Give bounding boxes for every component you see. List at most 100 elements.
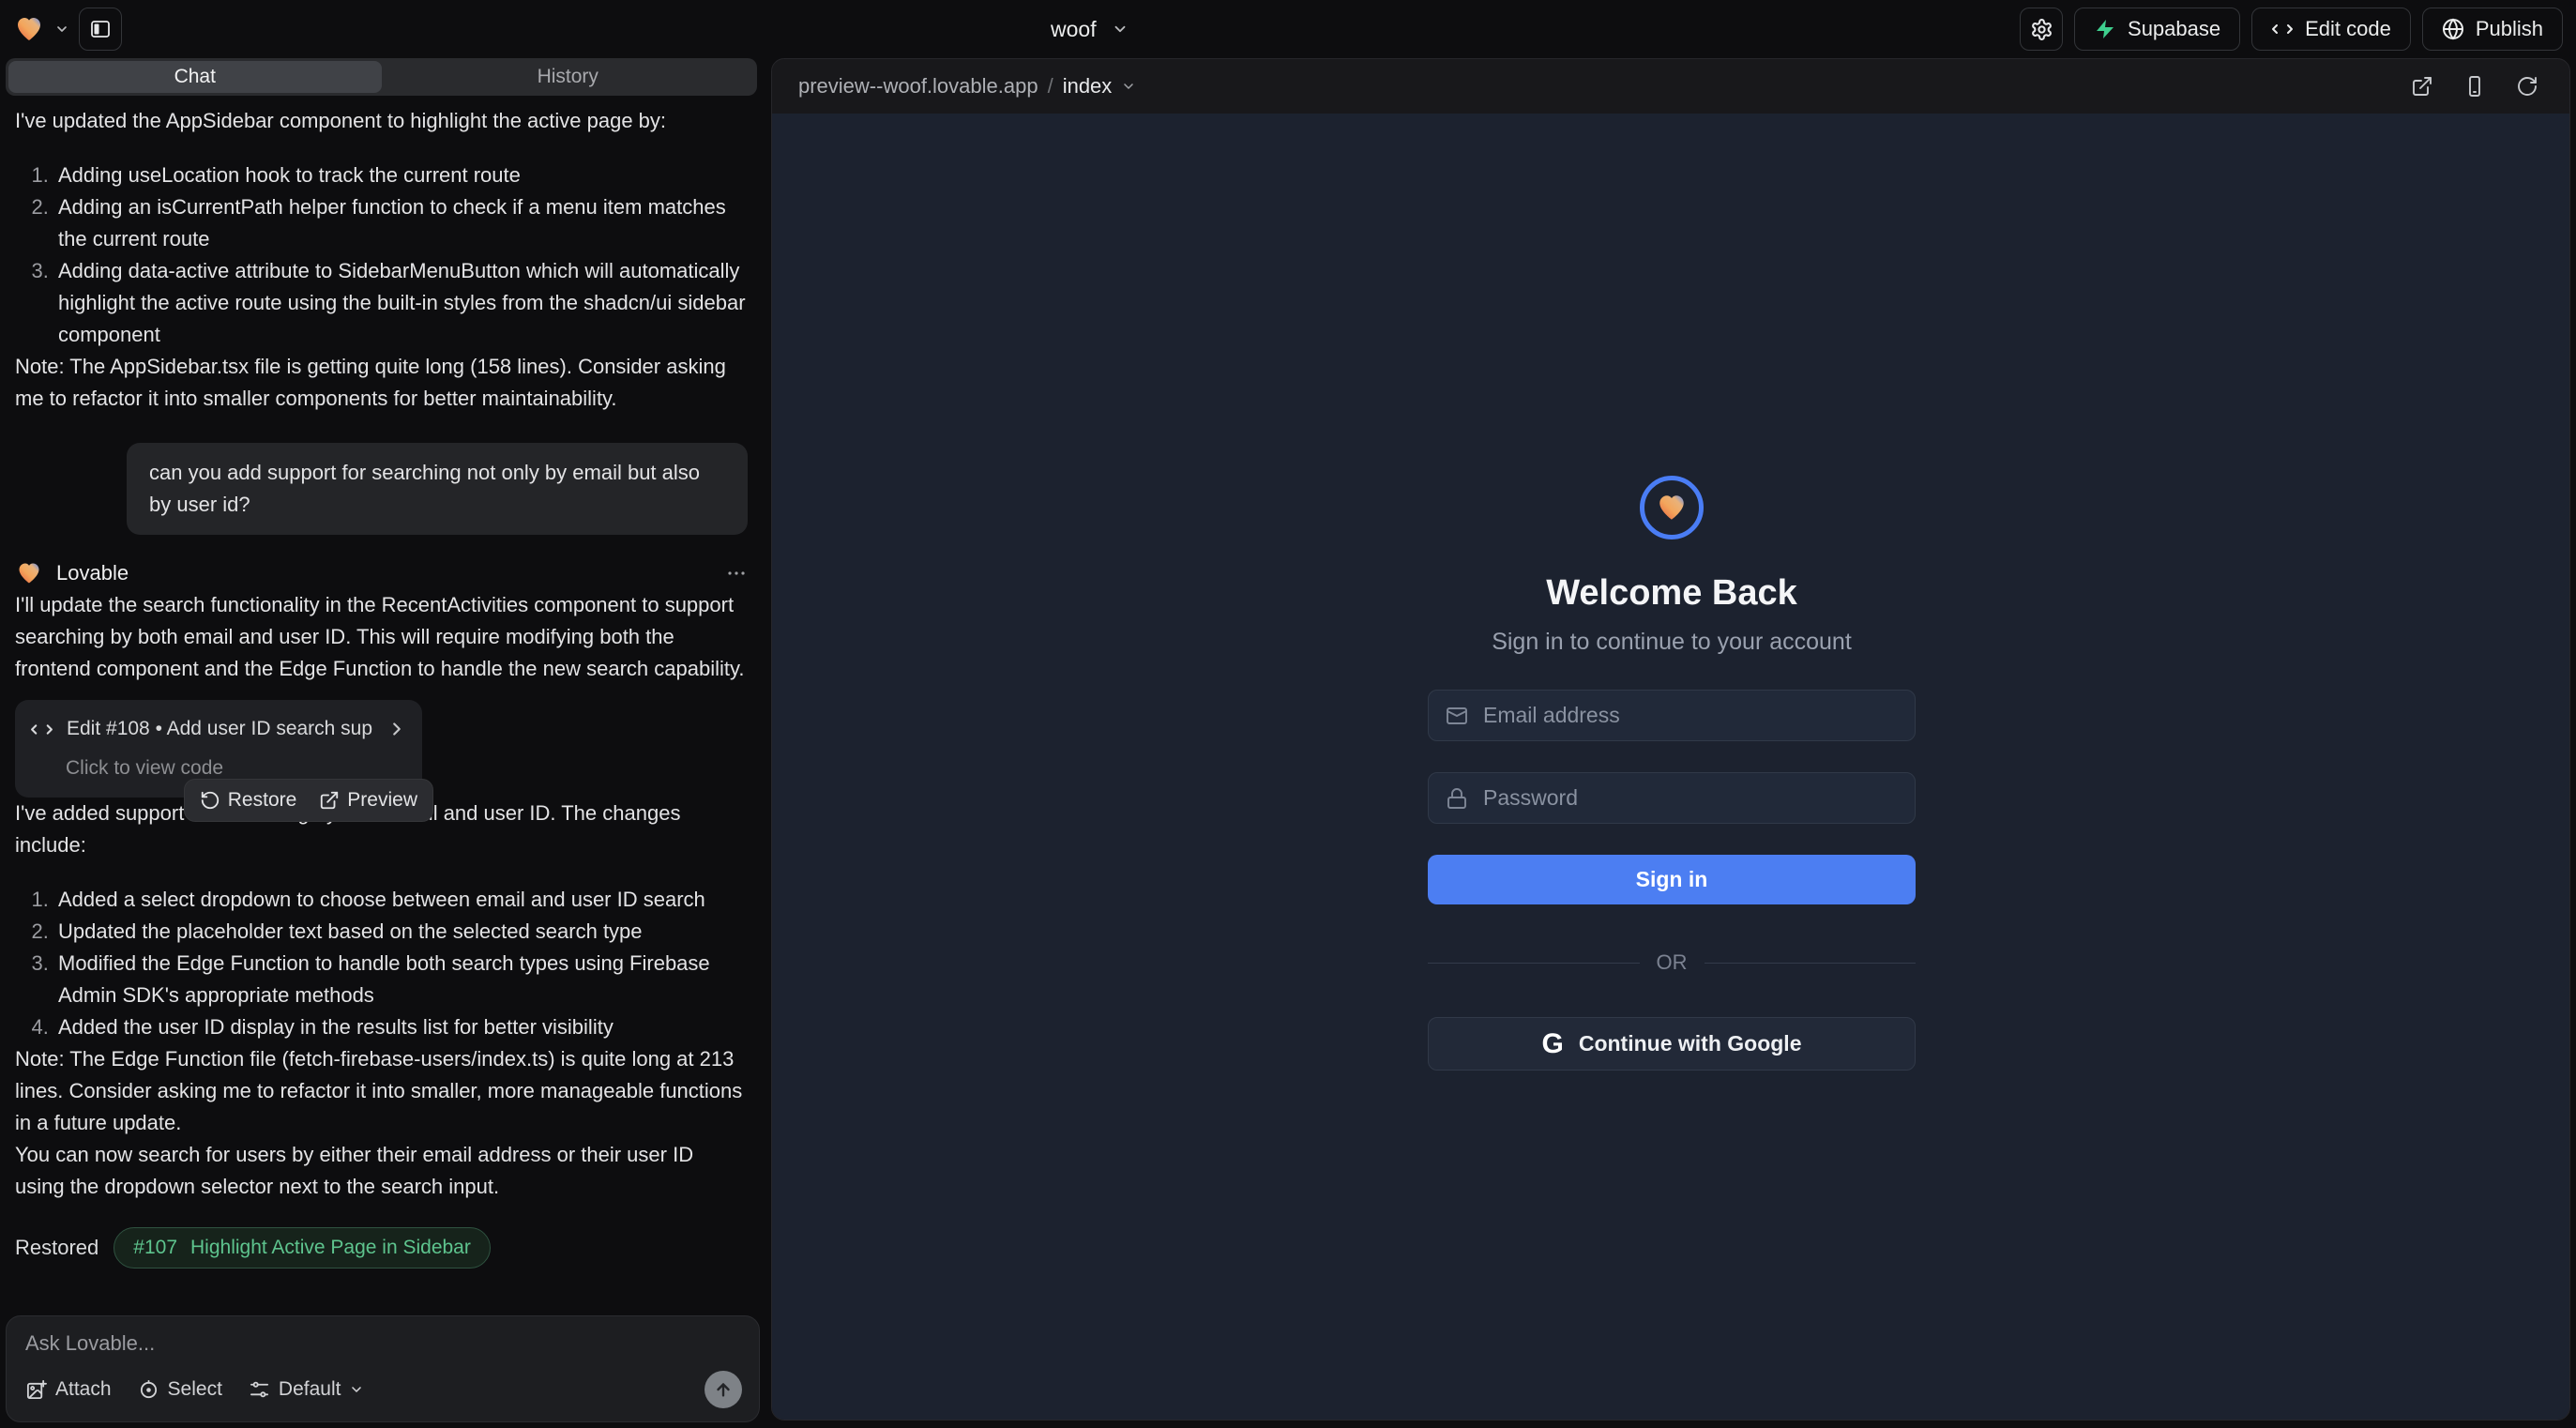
preview-url-page: index <box>1063 74 1113 99</box>
preview-header: preview--woof.lovable.app / index <box>772 59 2569 114</box>
continue-with-google-button[interactable]: G Continue with Google <box>1428 1017 1916 1071</box>
select-icon <box>138 1379 159 1401</box>
list-item: Modified the Edge Function to handle bot… <box>54 948 748 1011</box>
divider-line <box>1705 963 1917 964</box>
topbar: woof Supabase Edit code Publish <box>0 0 2576 58</box>
assistant-message-text: I've updated the AppSidebar component to… <box>15 105 748 137</box>
list-item: Adding useLocation hook to track the cur… <box>54 160 748 191</box>
supabase-button[interactable]: Supabase <box>2074 8 2240 51</box>
email-field-wrap <box>1428 690 1916 741</box>
refresh-button[interactable] <box>2508 67 2547 106</box>
mode-chevron-down-icon <box>349 1382 364 1397</box>
signin-title: Welcome Back <box>1546 573 1797 614</box>
assistant-message-text: I'll update the search functionality in … <box>15 589 748 685</box>
sidebar-toggle-button[interactable] <box>79 8 122 51</box>
sign-in-button[interactable]: Sign in <box>1428 855 1916 904</box>
lovable-heart-icon[interactable] <box>13 14 45 44</box>
signin-card: Welcome Back Sign in to continue to your… <box>1428 476 1916 1071</box>
composer: Attach Select Default <box>6 1315 760 1422</box>
preview-url-separator: / <box>1048 74 1053 99</box>
lovable-heart-icon <box>15 560 43 586</box>
preview-panel: preview--woof.lovable.app / index <box>771 58 2570 1420</box>
attach-icon <box>25 1379 47 1401</box>
assistant-message-note: Note: The AppSidebar.tsx file is getting… <box>15 351 748 415</box>
edit-card-actions: Restore Preview <box>184 779 433 822</box>
route-chevron-down-icon <box>1121 79 1136 94</box>
settings-button[interactable] <box>2020 8 2063 51</box>
divider-line <box>1428 963 1640 964</box>
edit-code-label: Edit code <box>2305 17 2391 41</box>
restore-label: Restore <box>228 789 297 812</box>
email-field[interactable] <box>1483 703 1898 728</box>
restored-row: Restored #107 Highlight Active Page in S… <box>15 1227 748 1268</box>
mode-sliders-icon <box>249 1379 270 1401</box>
project-name: woof <box>1051 17 1097 42</box>
send-button[interactable] <box>705 1371 742 1408</box>
assistant-message-text: You can now search for users by either t… <box>15 1139 748 1203</box>
assistant-message-list: Added a select dropdown to choose betwee… <box>15 884 748 1043</box>
chat-input[interactable] <box>25 1331 742 1371</box>
mobile-icon <box>2463 75 2486 98</box>
send-arrow-up-icon <box>713 1379 734 1400</box>
attach-button[interactable]: Attach <box>25 1378 112 1401</box>
google-button-label: Continue with Google <box>1579 1031 1802 1056</box>
code-icon <box>2271 18 2294 40</box>
list-item: Added a select dropdown to choose betwee… <box>54 884 748 916</box>
list-item: Adding an isCurrentPath helper function … <box>54 191 748 255</box>
mobile-view-button[interactable] <box>2455 67 2494 106</box>
preview-button[interactable]: Preview <box>319 789 417 812</box>
attach-label: Attach <box>55 1378 112 1401</box>
password-field-wrap <box>1428 772 1916 824</box>
or-divider: OR <box>1428 950 1916 975</box>
restored-version-id: #107 <box>133 1232 177 1264</box>
restored-label: Restored <box>15 1232 98 1264</box>
assistant-message-note: Note: The Edge Function file (fetch-fire… <box>15 1043 748 1139</box>
signin-subtitle: Sign in to continue to your account <box>1492 629 1852 656</box>
preview-app-viewport: Welcome Back Sign in to continue to your… <box>772 114 2569 1420</box>
google-g-icon: G <box>1542 1030 1564 1058</box>
list-item: Updated the placeholder text based on th… <box>54 916 748 948</box>
globe-icon <box>2442 18 2464 40</box>
email-icon <box>1446 705 1468 727</box>
preview-url-host: preview--woof.lovable.app <box>798 74 1038 99</box>
chat-panel: Chat History I've updated the AppSidebar… <box>0 58 763 1428</box>
divider-label: OR <box>1657 950 1688 975</box>
tab-chat[interactable]: Chat <box>8 61 382 93</box>
more-icon[interactable] <box>725 562 748 585</box>
assistant-message-list: Adding useLocation hook to track the cur… <box>15 160 748 351</box>
chevron-right-icon <box>386 719 407 739</box>
chat-history-tabs: Chat History <box>6 58 757 96</box>
edit-card-title: Edit #108 • Add user ID search supp... <box>67 713 373 745</box>
select-button[interactable]: Select <box>138 1378 222 1401</box>
app-heart-icon <box>1655 492 1689 524</box>
project-switcher[interactable]: woof <box>1051 0 1129 58</box>
restore-icon <box>200 790 220 811</box>
open-external-button[interactable] <box>2402 67 2442 106</box>
supabase-label: Supabase <box>2128 17 2220 41</box>
publish-button[interactable]: Publish <box>2422 8 2563 51</box>
edit-code-button[interactable]: Edit code <box>2251 8 2411 51</box>
edit-card-wrap: Edit #108 • Add user ID search supp... C… <box>15 700 422 798</box>
preview-icon <box>319 790 340 811</box>
preview-label: Preview <box>347 789 417 812</box>
restore-button[interactable]: Restore <box>200 789 297 812</box>
project-chevron-down-icon <box>1112 21 1129 38</box>
workspace-chevron-down-icon[interactable] <box>54 22 69 37</box>
mode-selector[interactable]: Default <box>249 1378 365 1401</box>
list-item: Added the user ID display in the results… <box>54 1011 748 1043</box>
restored-version-badge[interactable]: #107 Highlight Active Page in Sidebar <box>114 1227 491 1268</box>
open-external-icon <box>2411 75 2433 98</box>
code-icon <box>30 718 53 741</box>
publish-label: Publish <box>2476 17 2543 41</box>
assistant-header: Lovable <box>15 557 748 589</box>
password-field[interactable] <box>1483 785 1898 811</box>
select-label: Select <box>168 1378 222 1401</box>
tab-history[interactable]: History <box>382 61 755 93</box>
chat-message-list[interactable]: I've updated the AppSidebar component to… <box>0 105 763 1312</box>
preview-url-selector[interactable]: preview--woof.lovable.app / index <box>798 74 1136 99</box>
user-message-bubble: can you add support for searching not on… <box>127 443 748 535</box>
supabase-icon <box>2094 18 2116 40</box>
refresh-icon <box>2516 75 2538 98</box>
list-item: Adding data-active attribute to SidebarM… <box>54 255 748 351</box>
gear-icon <box>2030 18 2053 41</box>
